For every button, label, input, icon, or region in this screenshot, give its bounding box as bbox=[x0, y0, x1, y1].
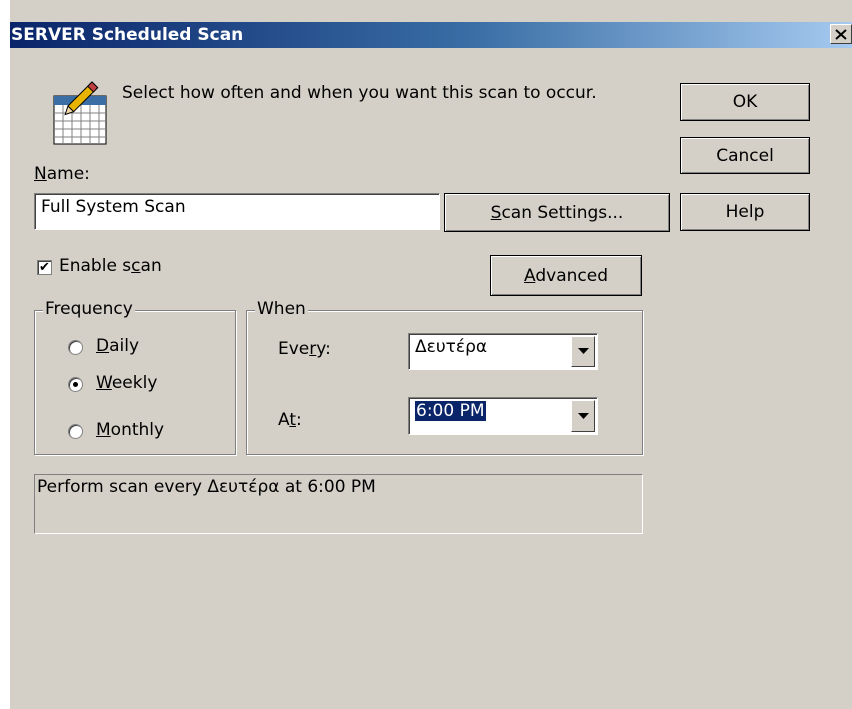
weekly-label[interactable]: Weekly bbox=[96, 373, 157, 393]
help-button[interactable]: Help bbox=[680, 193, 810, 231]
scheduled-scan-dialog: SERVER Scheduled Scan Select how often a… bbox=[0, 0, 852, 709]
instruction-text: Select how often and when you want this … bbox=[122, 83, 597, 103]
name-input-value: Full System Scan bbox=[41, 197, 186, 217]
enable-scan-label[interactable]: Enable scan bbox=[59, 256, 162, 276]
ok-button-label: OK bbox=[732, 92, 758, 112]
cancel-button-label: Cancel bbox=[716, 145, 774, 166]
schedule-summary-text: Perform scan every Δευτέρα at 6:00 PM bbox=[37, 477, 376, 497]
close-button[interactable] bbox=[830, 24, 852, 44]
at-label: At: bbox=[278, 410, 302, 430]
chevron-down-icon bbox=[577, 412, 589, 419]
title-bar[interactable]: SERVER Scheduled Scan bbox=[10, 22, 852, 48]
close-icon bbox=[835, 28, 847, 40]
every-label: Every: bbox=[278, 339, 331, 359]
name-input[interactable]: Full System Scan bbox=[34, 193, 440, 230]
cancel-button[interactable]: Cancel bbox=[680, 137, 810, 174]
at-time-select[interactable]: 6:00 PM bbox=[408, 397, 598, 435]
daily-radio[interactable] bbox=[68, 340, 83, 355]
checkmark-icon: ✔ bbox=[39, 260, 50, 275]
when-legend: When bbox=[255, 299, 308, 319]
enable-scan-checkbox[interactable]: ✔ bbox=[37, 260, 52, 275]
scan-settings-label: Scan Settings... bbox=[490, 202, 624, 223]
at-time-value: 6:00 PM bbox=[415, 401, 486, 421]
help-button-label: Help bbox=[725, 202, 765, 222]
frequency-legend: Frequency bbox=[43, 299, 135, 319]
name-label: Name: bbox=[34, 164, 90, 184]
every-day-select[interactable]: Δευτέρα bbox=[408, 333, 598, 370]
advanced-button[interactable]: Advanced bbox=[490, 255, 642, 296]
advanced-button-label: Advanced bbox=[524, 265, 608, 286]
every-day-value: Δευτέρα bbox=[415, 337, 488, 357]
at-dropdown-button[interactable] bbox=[571, 400, 595, 432]
weekly-radio[interactable] bbox=[68, 377, 83, 392]
daily-label[interactable]: Daily bbox=[96, 336, 139, 356]
chevron-down-icon bbox=[577, 348, 589, 354]
schedule-summary: Perform scan every Δευτέρα at 6:00 PM bbox=[34, 474, 643, 534]
scan-settings-button[interactable]: Scan Settings... bbox=[444, 193, 670, 232]
ok-button[interactable]: OK bbox=[680, 83, 810, 121]
every-dropdown-button[interactable] bbox=[571, 336, 595, 367]
window-title: SERVER Scheduled Scan bbox=[11, 25, 244, 45]
calendar-pencil-icon bbox=[53, 81, 107, 145]
monthly-radio[interactable] bbox=[68, 424, 83, 439]
monthly-label[interactable]: Monthly bbox=[96, 420, 164, 440]
